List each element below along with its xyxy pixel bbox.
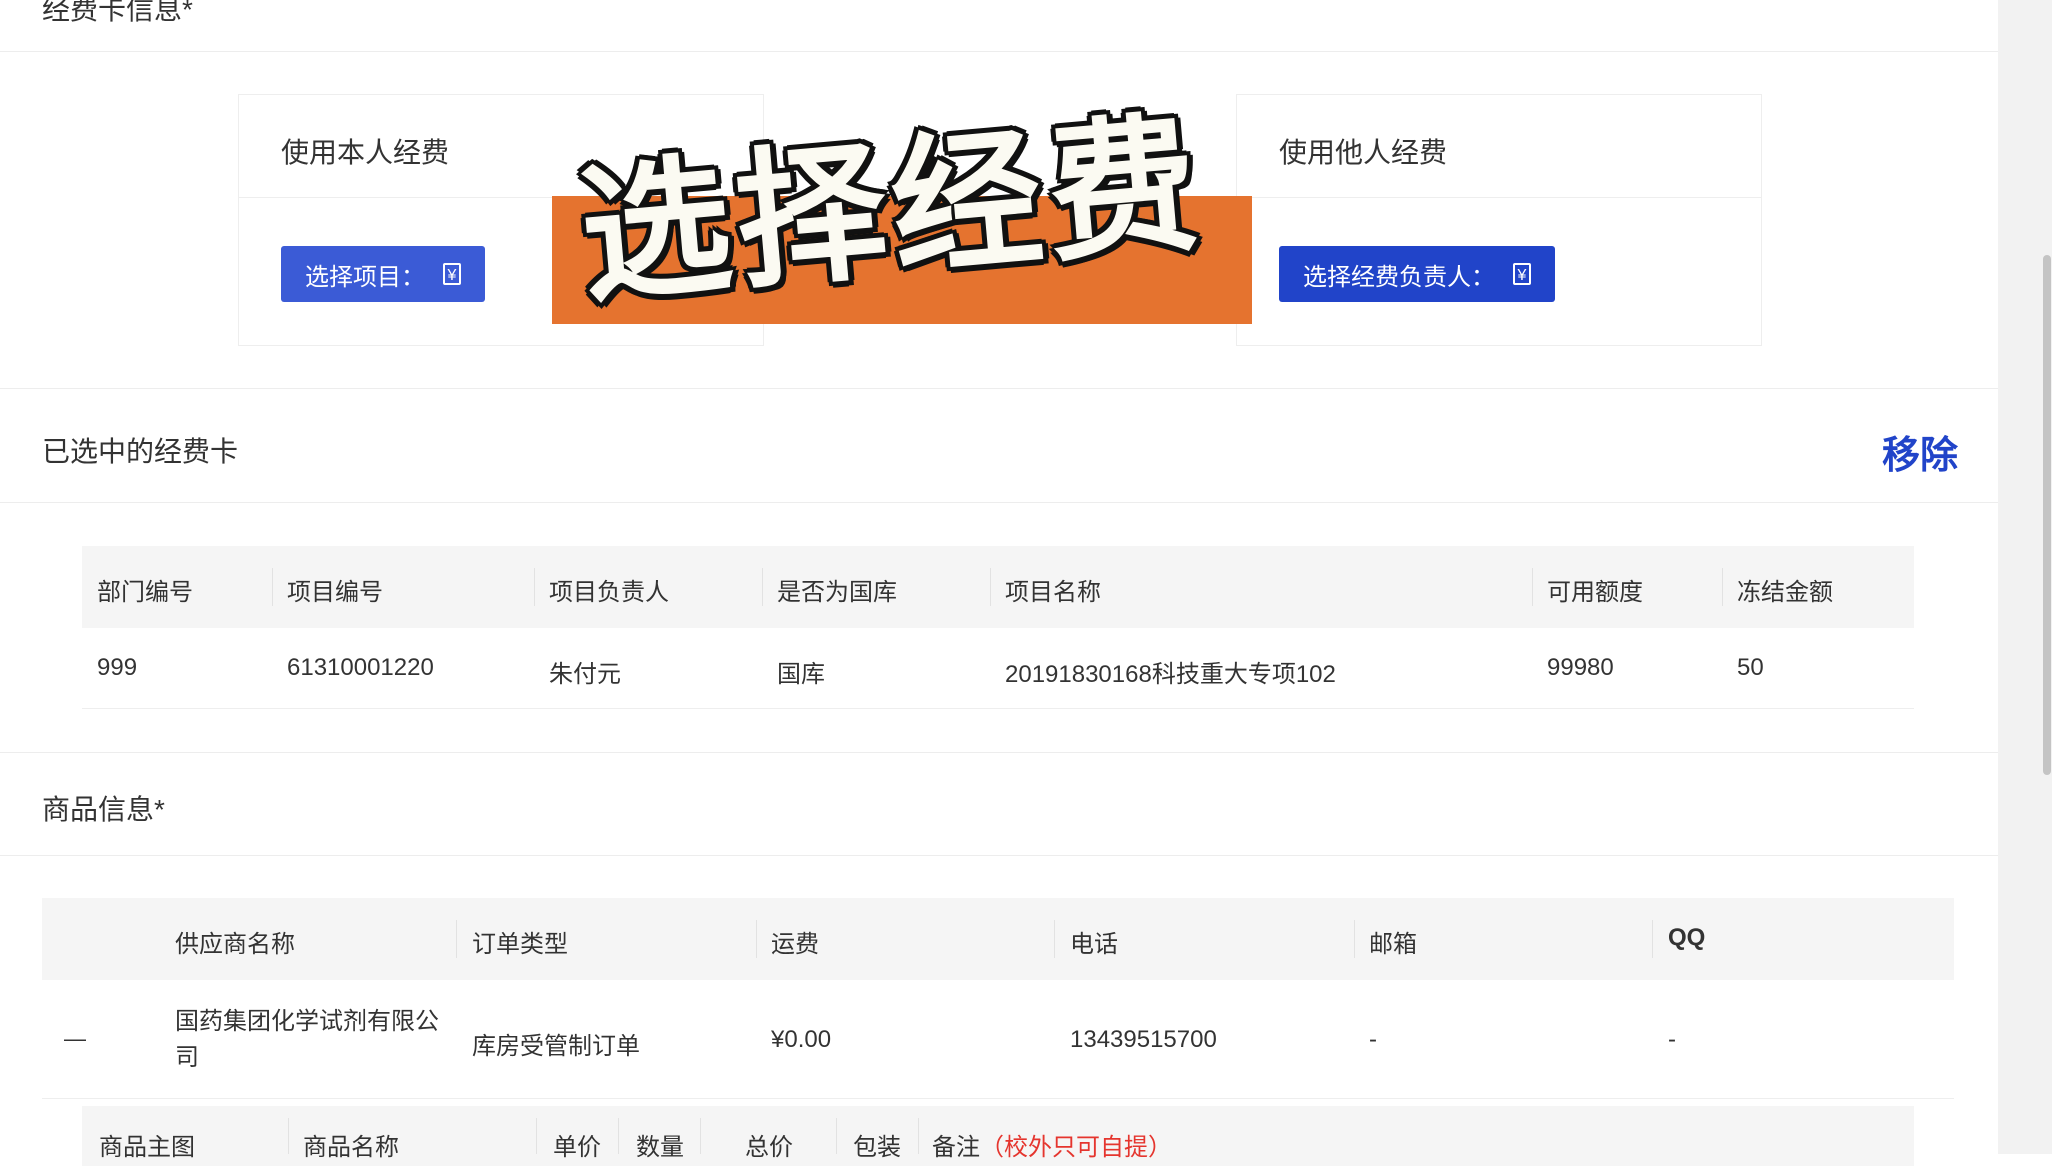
table-cell: 999 bbox=[97, 654, 138, 681]
column-separator bbox=[272, 568, 273, 606]
column-header-remark: 备注（校外只可自提） bbox=[932, 1127, 1172, 1162]
table-cell: - bbox=[1369, 1026, 1377, 1053]
divider bbox=[0, 502, 1998, 503]
column-separator bbox=[456, 920, 457, 958]
divider bbox=[0, 388, 1998, 389]
table-cell: 50 bbox=[1737, 654, 1764, 681]
divider bbox=[0, 752, 1998, 753]
column-header-unit-price: 单价 bbox=[553, 1134, 601, 1161]
column-header-project-owner: 项目负责人 bbox=[549, 579, 669, 606]
table-cell: 61310001220 bbox=[287, 654, 434, 681]
table-cell: 99980 bbox=[1547, 654, 1614, 681]
column-header-project-name: 项目名称 bbox=[1005, 579, 1101, 606]
row-divider bbox=[82, 708, 1914, 709]
table-cell: ¥0.00 bbox=[771, 1026, 832, 1053]
card-info-title: 经费卡信息* bbox=[42, 0, 193, 25]
collapse-row-toggle[interactable]: — bbox=[64, 1028, 86, 1050]
column-header-is-treasury: 是否为国库 bbox=[777, 579, 897, 606]
column-header-qq: QQ bbox=[1668, 924, 1706, 951]
table-cell: 国药集团化学试剂有限公司 bbox=[175, 1008, 439, 1071]
column-separator bbox=[700, 1118, 701, 1154]
column-separator bbox=[762, 568, 763, 606]
table-cell: 国库 bbox=[777, 661, 825, 688]
column-header-quantity: 数量 bbox=[636, 1134, 684, 1161]
column-separator bbox=[1532, 568, 1533, 606]
select-fund-owner-button[interactable]: 选择经费负责人： ¥ bbox=[1279, 246, 1555, 302]
table-cell: 朱付元 bbox=[549, 661, 621, 688]
column-header-frozen: 冻结金额 bbox=[1737, 579, 1833, 606]
own-fund-card-title: 使用本人经费 bbox=[281, 137, 450, 168]
table-cell: 20191830168科技重大专项102 bbox=[1005, 661, 1336, 688]
main-content: 经费卡信息* 使用本人经费 选择项目： ¥ 使用他人经费 选择经费负责人： ¥ … bbox=[0, 0, 1998, 1166]
column-separator bbox=[534, 568, 535, 606]
table-cell: - bbox=[1668, 1026, 1676, 1053]
column-header-available: 可用额度 bbox=[1547, 579, 1643, 606]
column-separator bbox=[288, 1118, 289, 1154]
column-separator bbox=[618, 1118, 619, 1154]
column-separator bbox=[756, 920, 757, 958]
column-separator bbox=[836, 1118, 837, 1154]
yen-icon: ¥ bbox=[443, 263, 461, 285]
row-divider bbox=[42, 1098, 1954, 1099]
column-separator bbox=[1652, 920, 1653, 958]
other-fund-card: 使用他人经费 选择经费负责人： ¥ bbox=[1236, 94, 1762, 346]
divider bbox=[1237, 197, 1761, 198]
column-header-project-no: 项目编号 bbox=[287, 579, 383, 606]
remark-hint: （校外只可自提） bbox=[980, 1134, 1172, 1161]
column-header-phone: 电话 bbox=[1070, 931, 1118, 958]
column-header-order-type: 订单类型 bbox=[472, 931, 568, 958]
column-header-goods-name: 商品名称 bbox=[303, 1134, 399, 1161]
scrollbar-thumb[interactable] bbox=[2043, 255, 2051, 775]
selected-card-title: 已选中的经费卡 bbox=[42, 436, 239, 467]
divider bbox=[0, 51, 1998, 52]
column-separator bbox=[1054, 920, 1055, 958]
goods-info-title: 商品信息* bbox=[42, 794, 165, 825]
column-header-supplier: 供应商名称 bbox=[175, 931, 295, 958]
column-header-package: 包装 bbox=[853, 1134, 901, 1161]
select-project-label: 选择项目： bbox=[305, 263, 425, 291]
column-separator bbox=[1354, 920, 1355, 958]
divider bbox=[0, 855, 1998, 856]
column-separator bbox=[990, 568, 991, 606]
column-header-total: 总价 bbox=[745, 1134, 793, 1161]
table-cell: 库房受管制订单 bbox=[472, 1033, 640, 1060]
remove-button[interactable]: 移除 bbox=[1882, 424, 1958, 479]
yen-icon: ¥ bbox=[1513, 263, 1531, 285]
column-separator bbox=[918, 1118, 919, 1154]
column-separator bbox=[1722, 568, 1723, 606]
column-header-dept-no: 部门编号 bbox=[97, 579, 193, 606]
remark-label: 备注 bbox=[932, 1134, 980, 1161]
column-header-main-image: 商品主图 bbox=[99, 1134, 195, 1161]
column-header-email: 邮箱 bbox=[1369, 931, 1417, 958]
select-fund-owner-label: 选择经费负责人： bbox=[1303, 263, 1495, 291]
table-cell: 13439515700 bbox=[1070, 1026, 1217, 1053]
column-separator bbox=[536, 1118, 537, 1154]
select-project-button[interactable]: 选择项目： ¥ bbox=[281, 246, 485, 302]
other-fund-card-title: 使用他人经费 bbox=[1279, 137, 1448, 168]
column-header-shipping: 运费 bbox=[771, 931, 819, 958]
